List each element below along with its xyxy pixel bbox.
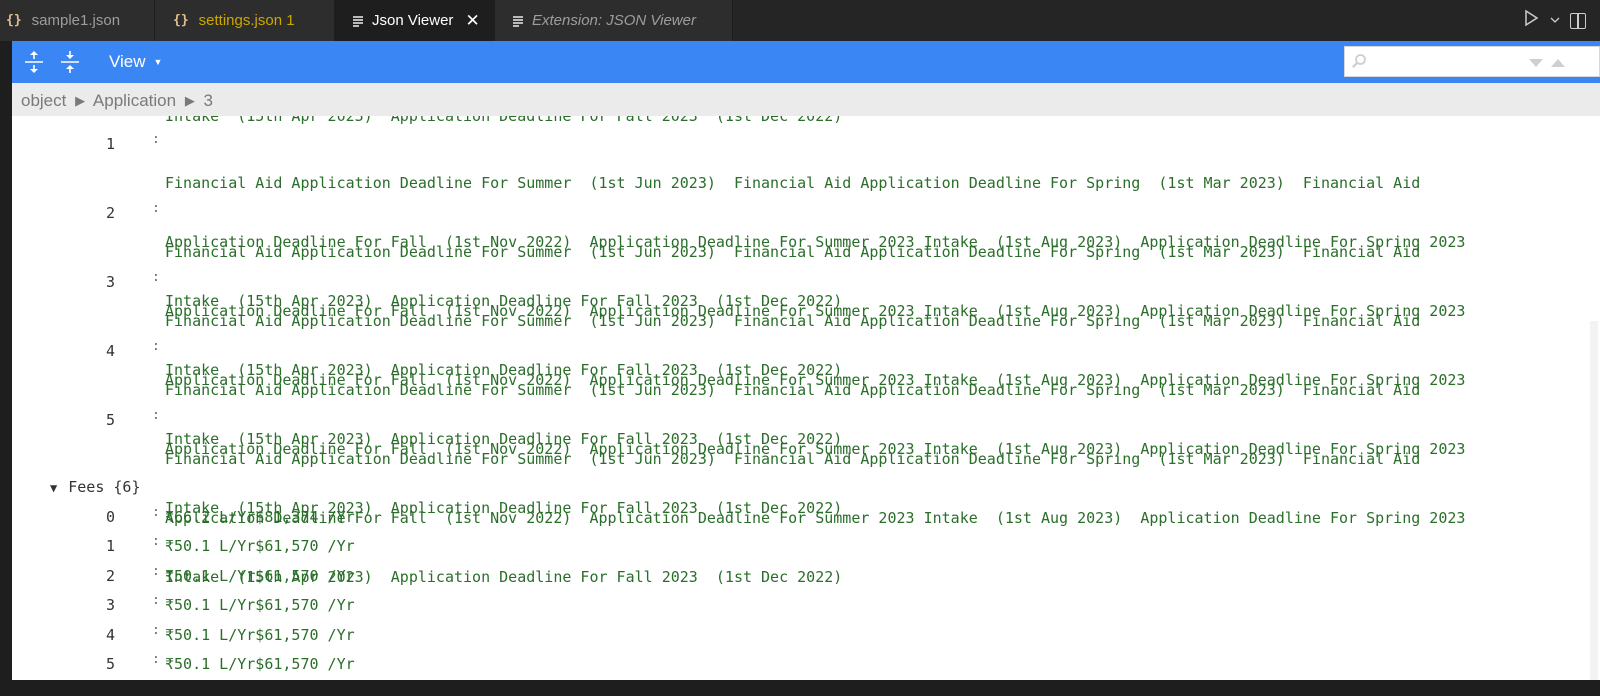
colon-separator: : [152, 623, 160, 638]
node-key[interactable]: 3 [106, 273, 115, 291]
breadcrumb-item-index[interactable]: 3 [204, 91, 213, 110]
breadcrumb-item-object[interactable]: object [21, 91, 66, 110]
colon-separator: : [152, 132, 160, 147]
node-key[interactable]: 1 [106, 537, 115, 555]
json-tree: Intake (15th Apr 2023) Application Deadl… [12, 116, 1600, 680]
search-box [1344, 46, 1600, 77]
breadcrumb: object ▶ Application ▶ 3 [12, 83, 1600, 116]
next-match-icon[interactable] [1529, 59, 1543, 67]
tab-sample1-json[interactable]: {} sample1.json [0, 0, 155, 41]
previous-match-icon[interactable] [1551, 59, 1565, 67]
vertical-scrollbar[interactable] [1588, 116, 1600, 680]
close-tab-icon[interactable]: ✕ [465, 11, 479, 31]
colon-separator: : [152, 408, 160, 423]
node-value[interactable]: ₹50.1 L/Yr$61,570 /Yr [165, 537, 355, 557]
json-viewer-toolbar: View ▼ [12, 41, 1600, 83]
collapse-all-icon [61, 51, 79, 73]
editor-tab-bar: {} sample1.json {} settings.json 1 Json … [0, 0, 1600, 41]
breadcrumb-separator-icon: ▶ [184, 93, 195, 108]
breadcrumb-item-application[interactable]: Application [93, 91, 176, 110]
fees-node[interactable]: ▼ Fees {6} [50, 478, 140, 496]
preview-lines-icon [513, 15, 523, 27]
node-value[interactable]: ₹66.2 L/Yr$81,374 /Yr [165, 508, 355, 528]
value-line: Intake (15th Apr 2023) Application Deadl… [165, 567, 843, 586]
bottom-edge [0, 680, 1600, 696]
colon-separator: : [152, 201, 160, 216]
node-value[interactable]: ₹50.1 L/Yr$61,570 /Yr [165, 567, 355, 587]
colon-separator: : [152, 534, 160, 549]
value-line: Financial Aid Application Deadline For S… [165, 312, 1421, 331]
colon-separator: : [152, 339, 160, 354]
node-key[interactable]: 4 [106, 342, 115, 360]
node-value[interactable]: Intake (15th Apr 2023) Application Deadl… [165, 116, 842, 127]
expand-all-icon [25, 51, 43, 73]
colon-separator: : [152, 270, 160, 285]
tab-settings-json[interactable]: {} settings.json 1 [155, 0, 335, 41]
value-line: Financial Aid Application Deadline For S… [165, 381, 1421, 400]
node-count: {6} [113, 478, 141, 496]
value-line: Financial Aid Application Deadline For S… [165, 174, 1421, 193]
node-key: Fees [68, 478, 105, 496]
node-key[interactable]: 0 [106, 508, 115, 526]
colon-separator: : [152, 652, 160, 667]
tab-extension-json-viewer[interactable]: Extension: JSON Viewer [495, 0, 733, 41]
tab-label: Json Viewer [372, 12, 454, 29]
node-value[interactable]: Financial Aid Application Deadline For S… [165, 411, 1465, 627]
view-menu-label: View [109, 52, 146, 71]
collapse-all-button[interactable] [57, 49, 83, 75]
split-editor-icon[interactable] [1570, 12, 1586, 29]
node-key[interactable]: 4 [106, 626, 115, 644]
json-braces-icon: {} [173, 13, 189, 28]
chevron-down-icon[interactable] [1550, 12, 1560, 30]
search-input[interactable] [1373, 51, 1527, 73]
node-key[interactable]: 2 [106, 567, 115, 585]
breadcrumb-separator-icon: ▶ [75, 93, 86, 108]
node-key[interactable]: 1 [106, 135, 115, 153]
search-icon [1352, 54, 1366, 68]
colon-separator: : [152, 593, 160, 608]
caret-down-icon: ▼ [153, 57, 163, 67]
node-value[interactable]: ₹50.1 L/Yr$61,570 /Yr [165, 655, 355, 675]
preview-lines-icon [353, 15, 363, 27]
value-line: Financial Aid Application Deadline For S… [165, 450, 1421, 469]
colon-separator: : [152, 564, 160, 579]
editor-actions [1522, 0, 1600, 41]
collapse-triangle-icon[interactable]: ▼ [50, 481, 57, 495]
tab-label: Extension: JSON Viewer [532, 12, 696, 29]
view-menu-button[interactable]: View ▼ [109, 52, 162, 72]
node-key[interactable]: 5 [106, 411, 115, 429]
node-key[interactable]: 3 [106, 596, 115, 614]
value-line: Financial Aid Application Deadline For S… [165, 243, 1421, 262]
node-value[interactable]: ₹50.1 L/Yr$61,570 /Yr [165, 626, 355, 646]
tab-json-viewer[interactable]: Json Viewer ✕ [335, 0, 495, 41]
run-icon[interactable] [1522, 9, 1540, 32]
node-key[interactable]: 2 [106, 204, 115, 222]
json-braces-icon: {} [6, 13, 22, 28]
value-line: Application Deadline For Fall (1st Nov 2… [165, 508, 1466, 527]
node-key[interactable]: 5 [106, 655, 115, 673]
colon-separator: : [152, 505, 160, 520]
node-value[interactable]: ₹50.1 L/Yr$61,570 /Yr [165, 596, 355, 616]
tab-label: sample1.json [31, 12, 121, 29]
tab-label: settings.json 1 [198, 12, 295, 29]
scrollbar-thumb[interactable] [1590, 321, 1598, 680]
expand-all-button[interactable] [21, 49, 47, 75]
